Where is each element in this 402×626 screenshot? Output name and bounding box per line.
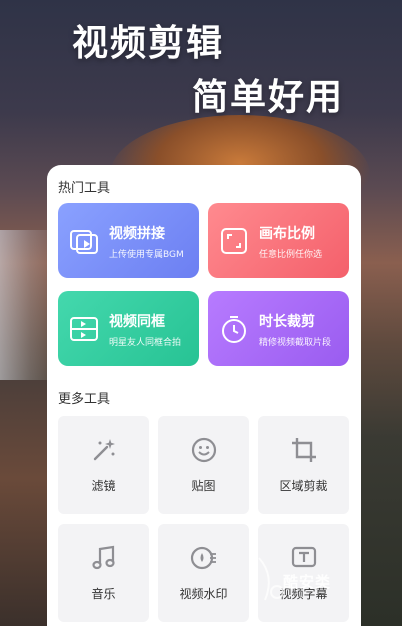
tool-tile-watermark[interactable]: 视频水印 (158, 524, 249, 622)
tool-card-subtitle: 任意比例任你选 (259, 250, 323, 260)
tool-card-title: 视频同框 (109, 314, 165, 330)
headline-line1: 视频剪辑 (72, 23, 225, 64)
canvas-ratio-icon (221, 228, 247, 254)
more-tools-title: 更多工具 (58, 392, 111, 407)
tool-tile-label: 贴图 (191, 479, 216, 493)
tool-tile-label: 视频水印 (179, 587, 228, 601)
site-watermark: 酷安类 (255, 556, 375, 606)
tool-tile-label: 音乐 (91, 587, 116, 601)
tool-tile-music[interactable]: 音乐 (58, 524, 149, 622)
music-note-icon (91, 545, 115, 570)
sticker-smile-icon (191, 437, 216, 463)
watermark-icon (190, 546, 216, 570)
headline-line2: 简单好用 (192, 77, 345, 118)
tool-tile-label: 区域剪裁 (279, 479, 328, 493)
tool-card-canvas-ratio[interactable]: 画布比例 任意比例任你选 (208, 203, 349, 278)
tool-card-subtitle: 上传使用专属BGM (109, 250, 184, 260)
tool-tile-label: 滤镜 (91, 479, 116, 493)
tool-card-subtitle: 精修视频截取片段 (259, 338, 332, 348)
tool-tile-crop[interactable]: 区域剪裁 (258, 416, 349, 514)
tool-card-video-sameframe[interactable]: 视频同框 明星友人同框合拍 (58, 291, 199, 366)
tool-card-subtitle: 明星友人同框合拍 (109, 338, 182, 348)
tool-card-title: 画布比例 (259, 226, 315, 242)
tool-card-title: 时长裁剪 (259, 314, 315, 330)
tool-card-duration-trim[interactable]: 时长裁剪 精修视频截取片段 (208, 291, 349, 366)
tool-tile-filter[interactable]: 滤镜 (58, 416, 149, 514)
watermark-text: 酷安类 (283, 573, 332, 591)
timer-icon (222, 316, 246, 343)
hot-tools-title: 热门工具 (58, 181, 111, 196)
tool-card-title: 视频拼接 (109, 226, 165, 242)
video-sameframe-icon (70, 317, 98, 341)
crop-icon (291, 438, 316, 462)
magic-wand-icon (93, 439, 115, 461)
tool-tile-sticker[interactable]: 贴图 (158, 416, 249, 514)
tool-card-video-splice[interactable]: 视频拼接 上传使用专属BGM (58, 203, 199, 278)
video-splice-icon (70, 230, 98, 254)
